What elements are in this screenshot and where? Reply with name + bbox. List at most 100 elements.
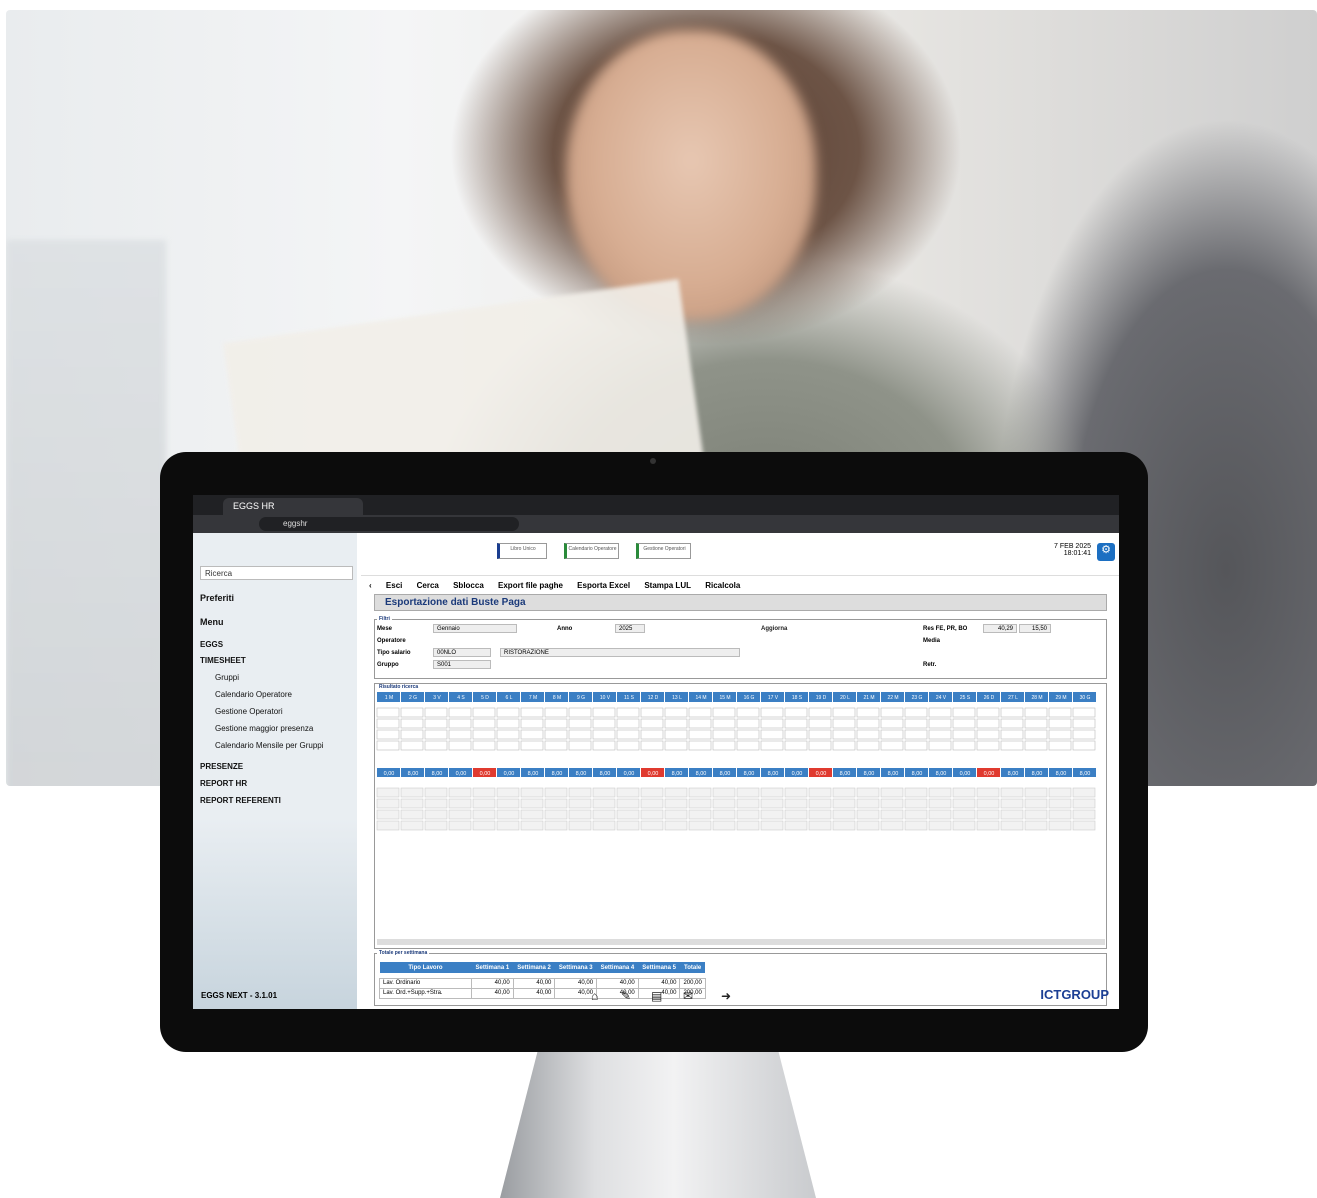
grid-cell[interactable] [736, 740, 760, 751]
grid-cell[interactable] [376, 740, 400, 751]
grid-cell[interactable] [568, 718, 592, 729]
wrench-icon[interactable]: ✎ [621, 989, 631, 1003]
mail-icon[interactable]: ✉ [683, 989, 693, 1003]
grid-cell[interactable] [424, 707, 448, 718]
menu-gestione-operatori[interactable]: Gestione Operatori [215, 707, 283, 716]
grid-cell[interactable] [856, 740, 880, 751]
grid-cell[interactable] [616, 740, 640, 751]
grid-cell[interactable] [496, 729, 520, 740]
browser-tab[interactable]: EGGS HR [223, 498, 363, 515]
anno-field[interactable]: 2025 [615, 624, 645, 633]
grid-cell[interactable] [472, 729, 496, 740]
sblocca-button[interactable]: Sblocca [453, 581, 484, 590]
grid-cell[interactable] [544, 707, 568, 718]
grid-cell[interactable] [1072, 718, 1096, 729]
grid-cell[interactable] [592, 707, 616, 718]
grid-cell[interactable] [712, 740, 736, 751]
grid-cell[interactable] [520, 740, 544, 751]
export-paghe-button[interactable]: Export file paghe [498, 581, 563, 590]
grid-cell[interactable] [760, 718, 784, 729]
grid-cell[interactable] [400, 718, 424, 729]
grid-cell[interactable] [400, 707, 424, 718]
grid-cell[interactable] [880, 729, 904, 740]
grid-cell[interactable] [1024, 707, 1048, 718]
grid-cell[interactable] [1024, 718, 1048, 729]
aggiorna-button[interactable]: Aggiorna [761, 626, 787, 632]
url-input[interactable]: eggshr [259, 517, 519, 531]
grid-cell[interactable] [664, 707, 688, 718]
home-icon[interactable]: ⌂ [591, 989, 598, 1003]
grid-cell[interactable] [808, 718, 832, 729]
grid-cell[interactable] [808, 740, 832, 751]
grid-cell[interactable] [712, 718, 736, 729]
quick-libro-unico[interactable]: Libro Unico [497, 543, 547, 559]
grid-cell[interactable] [952, 729, 976, 740]
grid-cell[interactable] [472, 718, 496, 729]
grid-cell[interactable] [1048, 707, 1072, 718]
quick-gestione-operatori[interactable]: Gestione Operatori [636, 543, 691, 559]
grid-cell[interactable] [688, 729, 712, 740]
grid-cell[interactable] [616, 729, 640, 740]
menu-label[interactable]: Menu [200, 617, 224, 627]
grid-cell[interactable] [1024, 729, 1048, 740]
menu-presenze[interactable]: PRESENZE [200, 762, 243, 771]
gruppo-field[interactable]: S001 [433, 660, 491, 669]
menu-report-referenti[interactable]: REPORT REFERENTI [200, 796, 281, 805]
esporta-excel-button[interactable]: Esporta Excel [577, 581, 630, 590]
grid-cell[interactable] [1072, 707, 1096, 718]
grid-cell[interactable] [784, 707, 808, 718]
grid-cell[interactable] [424, 729, 448, 740]
grid-cell[interactable] [832, 718, 856, 729]
grid-cell[interactable] [832, 740, 856, 751]
menu-gruppi[interactable]: Gruppi [215, 673, 239, 682]
grid-cell[interactable] [784, 740, 808, 751]
grid-cell[interactable] [952, 740, 976, 751]
esci-button[interactable]: Esci [386, 581, 402, 590]
menu-report-hr[interactable]: REPORT HR [200, 779, 247, 788]
grid-cell[interactable] [664, 718, 688, 729]
grid-cell[interactable] [712, 729, 736, 740]
grid-cell[interactable] [520, 729, 544, 740]
grid-cell[interactable] [760, 740, 784, 751]
grid-cell[interactable] [448, 740, 472, 751]
grid-cell[interactable] [880, 740, 904, 751]
grid-cell[interactable] [856, 707, 880, 718]
grid-cell[interactable] [616, 718, 640, 729]
grid-cell[interactable] [496, 740, 520, 751]
grid-cell[interactable] [1000, 718, 1024, 729]
calculator-icon[interactable]: ▤ [651, 989, 662, 1003]
grid-cell[interactable] [640, 729, 664, 740]
grid-cell[interactable] [760, 707, 784, 718]
grid-cell[interactable] [856, 729, 880, 740]
grid-cell[interactable] [640, 707, 664, 718]
grid-cell[interactable] [880, 707, 904, 718]
grid-cell[interactable] [1072, 729, 1096, 740]
back-icon[interactable]: ‹ [369, 581, 372, 590]
menu-calendario-operatore[interactable]: Calendario Operatore [215, 690, 292, 699]
grid-cell[interactable] [784, 718, 808, 729]
grid-cell[interactable] [976, 729, 1000, 740]
grid-cell[interactable] [664, 729, 688, 740]
grid-cell[interactable] [1072, 740, 1096, 751]
grid-cell[interactable] [832, 707, 856, 718]
grid-cell[interactable] [712, 707, 736, 718]
grid-cell[interactable] [784, 729, 808, 740]
grid-cell[interactable] [376, 729, 400, 740]
grid-cell[interactable] [904, 707, 928, 718]
grid-cell[interactable] [472, 740, 496, 751]
grid-cell[interactable] [1000, 707, 1024, 718]
grid-cell[interactable] [832, 729, 856, 740]
grid-cell[interactable] [376, 718, 400, 729]
menu-timesheet[interactable]: TIMESHEET [200, 656, 246, 665]
grid-cell[interactable] [688, 740, 712, 751]
grid-cell[interactable] [928, 718, 952, 729]
grid-cell[interactable] [424, 718, 448, 729]
menu-calendario-mensile[interactable]: Calendario Mensile per Gruppi [215, 741, 324, 750]
grid-cell[interactable] [424, 740, 448, 751]
grid-cell[interactable] [808, 707, 832, 718]
grid-cell[interactable] [592, 740, 616, 751]
grid-cell[interactable] [640, 718, 664, 729]
grid-cell[interactable] [688, 707, 712, 718]
grid-cell[interactable] [928, 740, 952, 751]
grid-cell[interactable] [952, 707, 976, 718]
